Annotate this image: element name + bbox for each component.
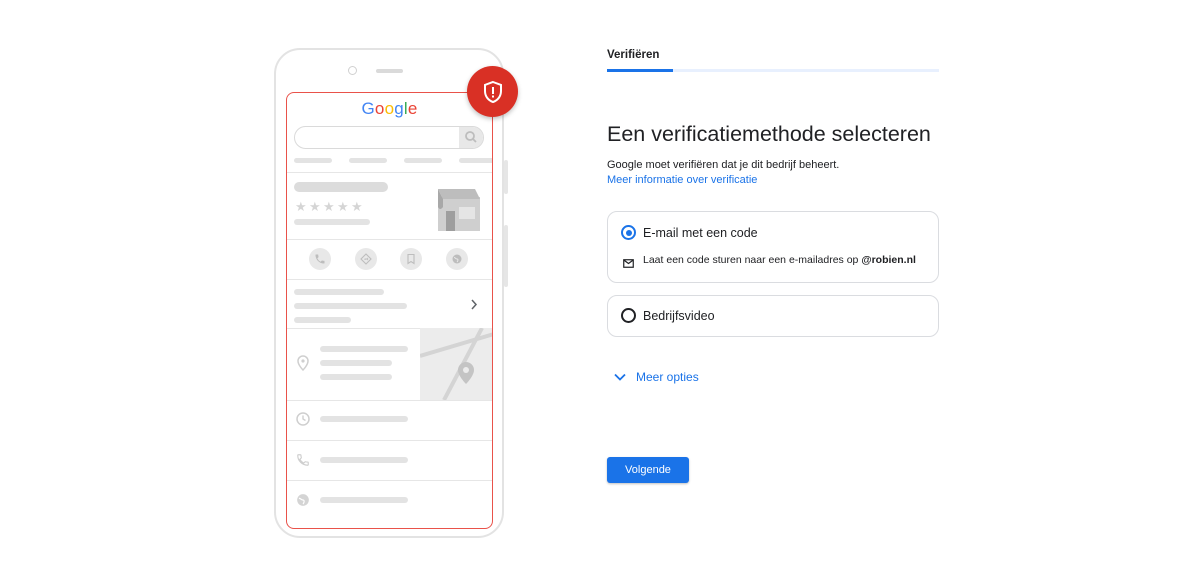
- divider: [287, 239, 492, 240]
- placeholder-bar: [294, 219, 370, 225]
- placeholder-bar: [349, 158, 387, 163]
- placeholder-bar: [320, 497, 408, 503]
- placeholder-bar: [459, 158, 492, 163]
- divider: [287, 172, 492, 173]
- divider: [287, 480, 492, 481]
- phone-search-bar: [294, 126, 484, 149]
- search-icon: [459, 127, 483, 148]
- shield-alert-icon: [467, 66, 518, 117]
- page-title: Een verificatiemethode selecteren: [607, 122, 931, 147]
- placeholder-bar: [320, 457, 408, 463]
- option-email-code[interactable]: E-mail met een code Laat een code sturen…: [607, 211, 939, 283]
- chevron-right-icon: [470, 297, 478, 315]
- next-button[interactable]: Volgende: [607, 457, 689, 483]
- directions-icon: [355, 248, 377, 270]
- tab-verify: Verifiëren: [607, 49, 660, 61]
- progress-fill: [607, 69, 673, 72]
- radio-email-code[interactable]: [621, 225, 636, 240]
- globe-icon: [446, 248, 468, 270]
- divider: [287, 440, 492, 441]
- phone-icon: [309, 248, 331, 270]
- map-icon: [419, 327, 492, 401]
- description-text: Google moet verifiëren dat je dit bedrij…: [607, 159, 840, 171]
- storefront-icon: [435, 185, 483, 231]
- radio-business-video[interactable]: [621, 308, 636, 323]
- email-domain: @robien.nl: [861, 254, 916, 266]
- bookmark-icon: [400, 248, 422, 270]
- placeholder-bar: [294, 317, 351, 323]
- speaker-grille: [376, 69, 403, 73]
- placeholder-bar: [320, 360, 392, 366]
- phone-icon: [296, 453, 310, 472]
- more-options-toggle[interactable]: Meer opties: [614, 370, 699, 384]
- clock-icon: [296, 412, 310, 431]
- placeholder-bar: [404, 158, 442, 163]
- phone-illustration: Google ★ ★ ★ ★ ★: [274, 48, 504, 538]
- option-detail-text: Laat een code sturen naar een e-mailadre…: [643, 254, 859, 266]
- chevron-down-icon: [614, 373, 626, 381]
- divider: [287, 279, 492, 280]
- placeholder-bar: [294, 182, 388, 192]
- phone-side-button: [504, 225, 508, 287]
- google-logo: Google: [361, 99, 418, 118]
- phone-side-button: [504, 160, 508, 194]
- placeholder-bar: [320, 374, 392, 380]
- placeholder-bar: [294, 289, 384, 295]
- location-pin-icon: [297, 355, 309, 376]
- camera-icon: [348, 66, 357, 75]
- option-business-video[interactable]: Bedrijfsvideo: [607, 295, 939, 337]
- placeholder-bar: [320, 416, 408, 422]
- option-label: Bedrijfsvideo: [643, 309, 715, 323]
- placeholder-bar: [294, 303, 407, 309]
- more-options-label: Meer opties: [636, 370, 699, 384]
- option-label: E-mail met een code: [643, 226, 758, 240]
- placeholder-bar: [294, 158, 332, 163]
- option-detail: Laat een code sturen naar een e-mailadre…: [643, 254, 916, 266]
- more-info-link[interactable]: Meer informatie over verificatie: [607, 174, 757, 186]
- globe-icon: [296, 493, 310, 512]
- placeholder-bar: [320, 346, 408, 352]
- mail-icon: [623, 255, 634, 273]
- phone-screen: Google ★ ★ ★ ★ ★: [286, 92, 493, 529]
- divider: [287, 400, 492, 401]
